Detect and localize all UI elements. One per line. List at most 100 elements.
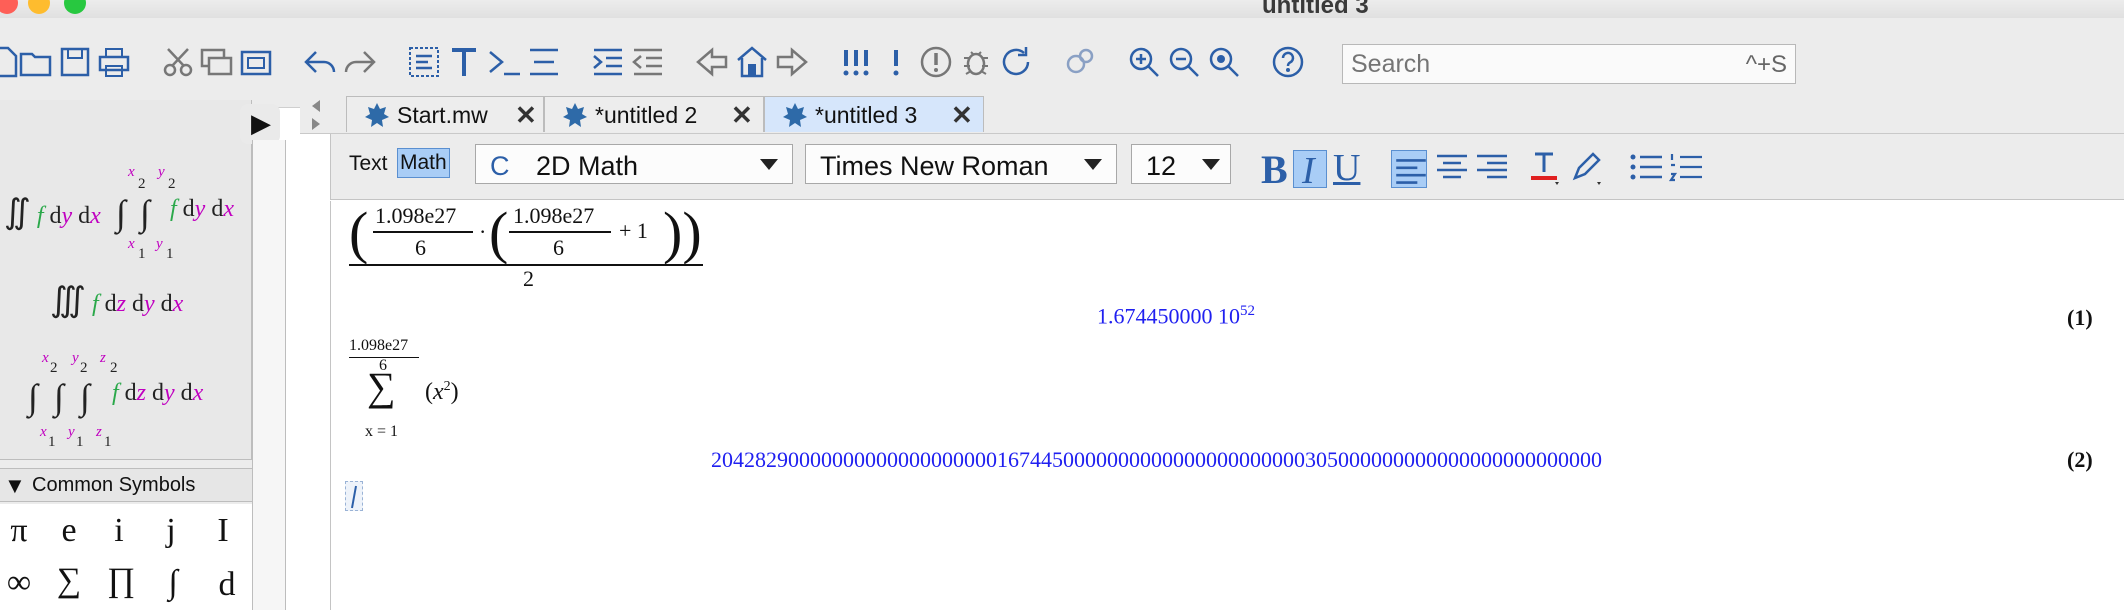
debug-icon[interactable] bbox=[958, 44, 994, 80]
connectivity-icon[interactable] bbox=[1062, 44, 1098, 80]
new-paragraph-icon[interactable] bbox=[526, 44, 562, 80]
outdent-icon[interactable] bbox=[630, 44, 666, 80]
palette-scrollbar[interactable] bbox=[252, 140, 286, 610]
symbol-infinity[interactable]: ∞ bbox=[0, 558, 44, 608]
zoom-in-icon[interactable] bbox=[1126, 44, 1162, 80]
text-region-icon[interactable] bbox=[406, 44, 442, 80]
expression-palette: ∬ f dy dx ∫ ∫ x 2 y 2 x 1 y 1 f dy dx ∭ … bbox=[0, 100, 252, 460]
worksheet[interactable]: ( 1.098e27 6 · ( 1.098e27 6 + 1 )) 2 1.6… bbox=[330, 200, 2124, 610]
title-bar: untitled 3 bbox=[0, 0, 2124, 19]
equation-label-2[interactable]: (2) bbox=[2067, 447, 2093, 473]
print-icon[interactable] bbox=[96, 44, 132, 80]
tab-scroll-arrows[interactable] bbox=[304, 96, 328, 136]
palette-collapse-button[interactable]: ▶ bbox=[240, 104, 280, 144]
underline-button[interactable]: U bbox=[1331, 146, 1369, 189]
input-expression-2[interactable]: 1.098e27 6 ∑ x = 1 (x2) bbox=[349, 337, 499, 447]
highlight-icon bbox=[1572, 152, 1601, 185]
restart-icon[interactable] bbox=[998, 44, 1034, 80]
symbol-product[interactable]: ∏ bbox=[96, 556, 146, 606]
play-arrow-icon: ▶ bbox=[251, 108, 271, 138]
denominator-b: 6 bbox=[553, 235, 564, 260]
output-2: 2042829000000000000000000016744500000000… bbox=[711, 447, 1602, 472]
open-folder-icon[interactable] bbox=[18, 44, 54, 80]
align-right-icon bbox=[1477, 154, 1507, 179]
align-left-button[interactable] bbox=[1391, 150, 1427, 188]
font-select[interactable]: Times New Roman bbox=[805, 144, 1117, 184]
execution-prompt-icon[interactable] bbox=[486, 44, 522, 80]
text-color-button[interactable] bbox=[1527, 146, 1565, 188]
equation-label-1[interactable]: (1) bbox=[2067, 305, 2093, 331]
denominator-a: 6 bbox=[415, 235, 426, 260]
minimize-window-button[interactable] bbox=[28, 0, 50, 14]
symbol-i[interactable]: i bbox=[94, 506, 144, 556]
input-mode-glyph: C bbox=[490, 151, 510, 181]
maple-leaf-icon bbox=[365, 103, 389, 127]
palette-item-triple-integral[interactable]: ∭ f dz dy dx bbox=[50, 280, 183, 320]
align-right-button[interactable] bbox=[1473, 146, 1511, 188]
stop-icon[interactable] bbox=[918, 44, 954, 80]
zoom-reset-icon[interactable] bbox=[1206, 44, 1242, 80]
common-symbols-header[interactable]: ▼ Common Symbols bbox=[0, 468, 256, 502]
numerator-b: 1.098e27 bbox=[513, 203, 595, 228]
execute-icon[interactable] bbox=[878, 44, 914, 80]
summand-exponent: 2 bbox=[443, 379, 451, 394]
paste-icon[interactable] bbox=[238, 44, 274, 80]
cut-icon[interactable] bbox=[160, 44, 196, 80]
highlight-button[interactable] bbox=[1567, 146, 1605, 188]
execute-all-icon[interactable] bbox=[838, 44, 874, 80]
numbered-list-icon bbox=[1668, 154, 1702, 182]
common-symbols-grid: π e i j I ∞ ∑ ∏ ∫ d bbox=[0, 504, 256, 610]
tab-start[interactable]: Start.mw ✕ bbox=[346, 96, 544, 132]
output-1: 1.674450000 1052 bbox=[1097, 303, 1255, 329]
input-mode-select[interactable]: C 2D Math bbox=[475, 144, 793, 184]
close-icon[interactable]: ✕ bbox=[515, 100, 537, 131]
bold-button[interactable]: B bbox=[1257, 146, 1295, 192]
symbol-j[interactable]: j bbox=[146, 506, 196, 556]
symbol-integral[interactable]: ∫ bbox=[148, 558, 198, 608]
text-mode-toggle[interactable]: Text bbox=[349, 152, 388, 176]
empty-math-input[interactable] bbox=[345, 481, 363, 511]
search-box[interactable]: ^+S bbox=[1342, 44, 1796, 84]
close-icon[interactable]: ✕ bbox=[731, 100, 753, 131]
text-icon[interactable] bbox=[446, 44, 482, 80]
palette-item-triple-integral-bounds[interactable]: ∫ ∫ ∫ x 2 y 2 z 2 x 1 y 1 z 1 f dz dy dx bbox=[28, 344, 252, 452]
tab-untitled-2[interactable]: *untitled 2 ✕ bbox=[544, 96, 764, 132]
document-tabs: Start.mw ✕ *untitled 2 ✕ *untitled 3 ✕ bbox=[300, 94, 2124, 134]
forward-icon[interactable] bbox=[774, 44, 810, 80]
symbol-sum[interactable]: ∑ bbox=[44, 556, 94, 606]
symbol-capital-i[interactable]: I bbox=[198, 506, 248, 556]
tab-untitled-3[interactable]: *untitled 3 ✕ bbox=[764, 96, 984, 132]
help-icon[interactable] bbox=[1270, 44, 1306, 80]
save-icon[interactable] bbox=[57, 44, 93, 80]
input-expression-1[interactable]: ( 1.098e27 6 · ( 1.098e27 6 + 1 )) 2 bbox=[349, 200, 709, 291]
italic-icon: I bbox=[1302, 150, 1315, 192]
outer-denominator: 2 bbox=[523, 266, 534, 291]
maple-leaf-icon bbox=[783, 103, 807, 127]
symbol-d[interactable]: d bbox=[202, 560, 252, 610]
indent-icon[interactable] bbox=[590, 44, 626, 80]
font-size-select[interactable]: 12 bbox=[1131, 144, 1231, 184]
zoom-out-icon[interactable] bbox=[1166, 44, 1202, 80]
home-icon[interactable] bbox=[734, 44, 770, 80]
symbol-e[interactable]: e bbox=[44, 506, 94, 556]
copy-icon[interactable] bbox=[198, 44, 234, 80]
undo-icon[interactable] bbox=[302, 44, 338, 80]
numbered-list-button[interactable] bbox=[1667, 146, 1705, 188]
search-shortcut: ^+S bbox=[1745, 51, 1787, 78]
back-icon[interactable] bbox=[694, 44, 730, 80]
search-input[interactable] bbox=[1351, 49, 1711, 79]
close-window-button[interactable] bbox=[0, 0, 18, 14]
chevron-down-icon bbox=[1084, 159, 1102, 170]
align-center-button[interactable] bbox=[1433, 146, 1471, 188]
italic-button[interactable]: I bbox=[1293, 150, 1327, 192]
close-icon[interactable]: ✕ bbox=[951, 100, 973, 131]
zoom-window-button[interactable] bbox=[64, 0, 86, 14]
palette-item-double-integral-bounds[interactable]: ∫ ∫ x 2 y 2 x 1 y 1 f dy dx bbox=[114, 162, 254, 262]
palette-item-double-integral[interactable]: ∬ f dy dx bbox=[4, 192, 101, 232]
output-1-exponent: 52 bbox=[1240, 303, 1255, 319]
bullet-list-button[interactable] bbox=[1627, 146, 1665, 188]
redo-icon[interactable] bbox=[342, 44, 378, 80]
math-mode-toggle[interactable]: Math bbox=[397, 148, 450, 178]
chevron-down-icon: ▼ bbox=[4, 473, 26, 498]
symbol-pi[interactable]: π bbox=[0, 506, 44, 556]
